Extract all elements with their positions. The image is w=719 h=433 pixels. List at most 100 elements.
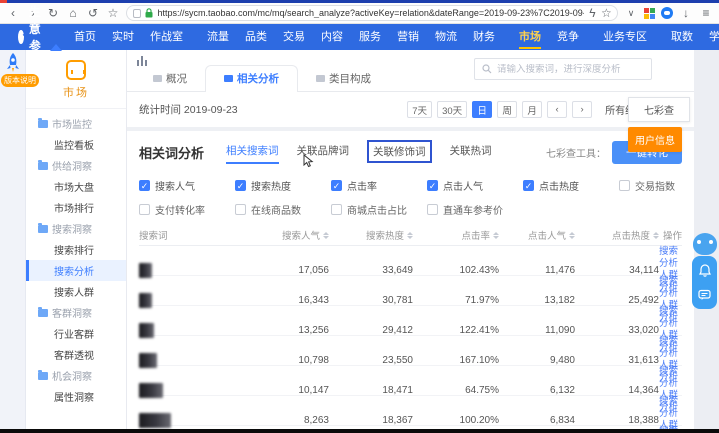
page-tab-bar: 概况 相关分析 类目构成 — [127, 50, 694, 92]
col-click-heat[interactable]: 点击热度 — [575, 228, 659, 242]
nav-item-marketing[interactable]: 营销 — [389, 24, 427, 50]
tab-related-hot-words[interactable]: 关联热词 — [450, 143, 492, 162]
sidebar-item-market-rank[interactable]: 市场排行 — [26, 197, 126, 218]
stats-date: 2019-09-23 — [184, 104, 238, 116]
history-icon[interactable]: ↺ — [86, 7, 100, 19]
related-words-table: 搜索词 搜索人气 搜索热度 点击率 点击人气 点击热度 操作 17,056 33… — [127, 225, 694, 429]
folder-icon — [38, 162, 48, 170]
sidebar-item-search-crowd[interactable]: 搜索人群 — [26, 281, 126, 302]
cell-click-heat: 34,114 — [575, 265, 659, 276]
prev-date-button[interactable]: ‹ — [547, 101, 567, 118]
keyword-search-box[interactable] — [474, 58, 652, 80]
tab-related-modifier-words[interactable]: 关联修饰词 — [367, 140, 432, 163]
filter-search-heat[interactable]: ✓搜索热度 — [235, 178, 331, 193]
sidebar-group-opportunity-insight[interactable]: 机会洞察 — [26, 365, 126, 386]
tab-related-search-words-active[interactable]: 相关搜索词 — [226, 143, 279, 162]
table-row: 8,263 18,367 100.20% 6,834 18,388 搜索分析人群… — [139, 396, 682, 426]
nav-item-finance[interactable]: 财务 — [465, 24, 503, 50]
flash-plugin-icon[interactable]: ϟ — [588, 7, 597, 19]
user-info-menu-item[interactable]: 用户信息 — [628, 127, 682, 152]
filter-trade-index[interactable]: ✓交易指数 — [619, 178, 682, 193]
sidebar-group-market-monitor[interactable]: 市场监控 — [26, 113, 126, 134]
search-analysis-link[interactable]: 搜索分析 — [659, 246, 682, 270]
unit-week-button[interactable]: 周 — [497, 101, 517, 118]
nav-item-home[interactable]: 首页 — [66, 24, 104, 50]
nav-item-data-fetch[interactable]: 取数 — [663, 24, 701, 50]
browser-tabstrip — [0, 0, 719, 3]
search-analysis-link[interactable]: 搜索分析 — [659, 396, 682, 420]
tab-category-composition[interactable]: 类目构成 — [298, 66, 389, 92]
search-analysis-link[interactable]: 搜索分析 — [659, 336, 682, 360]
bell-icon[interactable] — [699, 264, 711, 277]
tab-relation-analysis-active[interactable]: 相关分析 — [205, 65, 298, 92]
sidebar-item-monitor-board[interactable]: 监控看板 — [26, 134, 126, 155]
bookmark-star-icon[interactable]: ☆ — [106, 7, 120, 19]
chat-icon[interactable] — [698, 289, 711, 301]
sidebar-group-supply-insight[interactable]: 供给洞察 — [26, 155, 126, 176]
filter-search-popularity[interactable]: ✓搜索人气 — [139, 178, 235, 193]
version-badge[interactable]: 版本说明 — [1, 74, 39, 87]
sidebar-item-market-overview[interactable]: 市场大盘 — [26, 176, 126, 197]
sidebar-item-industry-customer[interactable]: 行业客群 — [26, 323, 126, 344]
sidebar-group-customer-insight[interactable]: 客群洞察 — [26, 302, 126, 323]
filter-click-rate[interactable]: ✓点击率 — [331, 178, 427, 193]
nav-item-business-zone[interactable]: 业务专区 — [595, 24, 655, 50]
browser-menu-icon[interactable]: ≡ — [699, 7, 713, 19]
site-info-icon[interactable] — [133, 9, 141, 18]
nav-item-academy[interactable]: 学院 — [701, 24, 719, 50]
next-date-button[interactable]: › — [572, 101, 592, 118]
nav-item-warroom[interactable]: 作战室 — [142, 24, 191, 50]
tab-folder-icon — [153, 75, 162, 82]
sidebar-item-customer-perspective[interactable]: 客群透视 — [26, 344, 126, 365]
elephant-mascot-icon[interactable] — [693, 233, 717, 255]
favorite-star-icon[interactable]: ☆ — [601, 7, 611, 19]
qicaicha-menu-item[interactable]: 七彩查 — [628, 97, 690, 122]
rocket-icon[interactable] — [4, 52, 22, 74]
download-icon[interactable]: ↓ — [679, 7, 693, 19]
search-analysis-link[interactable]: 搜索分析 — [659, 306, 682, 330]
filter-click-heat[interactable]: ✓点击热度 — [523, 178, 619, 193]
sidebar-item-attribute-insight[interactable]: 属性洞察 — [26, 386, 126, 407]
extensions-chevron-icon[interactable]: ∨ — [624, 9, 638, 18]
col-search-heat[interactable]: 搜索热度 — [329, 228, 413, 242]
redacted-keyword — [139, 263, 152, 278]
filter-mall-click-share[interactable]: ✓商城点击占比 — [331, 202, 427, 217]
right-gutter — [694, 50, 719, 429]
col-click-rate[interactable]: 点击率 — [413, 228, 499, 242]
sidebar-item-search-rank[interactable]: 搜索排行 — [26, 239, 126, 260]
sidebar-item-search-analysis-active[interactable]: 搜索分析 — [26, 260, 126, 281]
filter-ztc-ref-price[interactable]: ✓直通车参考价 — [427, 202, 523, 217]
quick-menu-popup: 七彩查 用户信息 — [628, 97, 690, 152]
tab-folder-icon — [224, 75, 233, 82]
apps-grid-icon[interactable] — [644, 8, 655, 19]
filter-online-items[interactable]: ✓在线商品数 — [235, 202, 331, 217]
range-30d-button[interactable]: 30天 — [437, 101, 467, 118]
nav-item-market-active[interactable]: 市场 — [511, 24, 549, 50]
nav-item-logistics[interactable]: 物流 — [427, 24, 465, 50]
search-input[interactable] — [497, 64, 644, 75]
nav-item-content[interactable]: 内容 — [313, 24, 351, 50]
nav-item-category[interactable]: 品类 — [237, 24, 275, 50]
nav-item-competition[interactable]: 竞争 — [549, 24, 587, 50]
filter-click-popularity[interactable]: ✓点击人气 — [427, 178, 523, 193]
nav-item-realtime[interactable]: 实时 — [104, 24, 142, 50]
table-row: 10,147 18,471 64.75% 6,132 14,364 搜索分析人群… — [139, 366, 682, 396]
tab-overview[interactable]: 概况 — [135, 66, 205, 92]
filter-pay-conversion[interactable]: ✓支付转化率 — [139, 202, 235, 217]
nav-item-traffic[interactable]: 流量 — [199, 24, 237, 50]
sidebar-group-search-insight[interactable]: 搜索洞察 — [26, 218, 126, 239]
messenger-extension-icon[interactable] — [661, 7, 673, 19]
search-analysis-link[interactable]: 搜索分析 — [659, 366, 682, 390]
home-icon[interactable]: ⌂ — [66, 7, 80, 19]
unit-day-button-active[interactable]: 日 — [472, 101, 492, 118]
col-click-popularity[interactable]: 点击人气 — [499, 228, 575, 242]
address-bar[interactable]: https://sycm.taobao.com/mc/mq/search_ana… — [126, 5, 618, 21]
unit-month-button[interactable]: 月 — [522, 101, 542, 118]
tab-related-brand-words[interactable]: 关联品牌词 — [297, 143, 350, 162]
range-7d-button[interactable]: 7天 — [407, 101, 432, 118]
col-search-popularity[interactable]: 搜索人气 — [239, 228, 329, 242]
nav-item-trade[interactable]: 交易 — [275, 24, 313, 50]
search-analysis-link[interactable]: 搜索分析 — [659, 276, 682, 300]
cell-click-popularity: 11,090 — [499, 325, 575, 336]
nav-item-service[interactable]: 服务 — [351, 24, 389, 50]
